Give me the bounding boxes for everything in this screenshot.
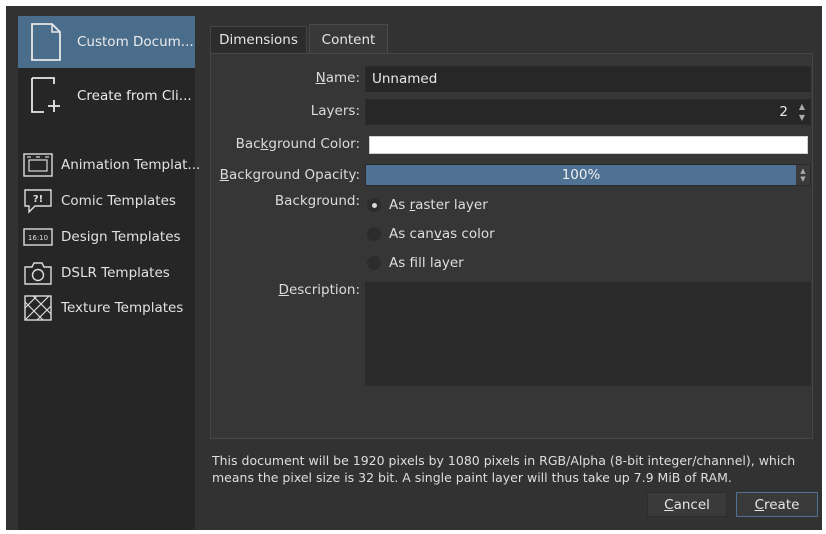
document-icon (31, 23, 61, 61)
name-input[interactable] (365, 66, 811, 92)
sidebar-item-custom-document[interactable]: Custom Docum... (18, 16, 195, 68)
radio-canvas-color[interactable]: As canvas color (367, 223, 495, 245)
sidebar-item-texture-templates[interactable]: Texture Templates (18, 293, 195, 323)
content-panel: Name: Layers: 2 ▲ ▼ Background Color: Ba… (210, 53, 813, 439)
description-label: Description: (278, 282, 360, 298)
sidebar-item-label: Texture Templates (61, 300, 184, 316)
radio-button[interactable] (367, 198, 381, 212)
background-opacity-label: Background Opacity: (219, 167, 360, 183)
description-textarea[interactable] (365, 282, 811, 386)
template-sidebar: Custom Docum... Create from Cli... Anima… (18, 16, 200, 530)
background-opacity-slider[interactable]: 100% ▲ ▼ (365, 164, 811, 186)
new-document-dialog: Custom Docum... Create from Cli... Anima… (6, 6, 822, 530)
sidebar-item-label: Comic Templates (61, 193, 176, 209)
radio-label: As fill layer (389, 255, 464, 271)
layers-label: Layers: (310, 103, 360, 119)
radio-button[interactable] (367, 256, 381, 270)
design-template-icon: 16:10 (23, 228, 53, 246)
name-label: Name: (315, 70, 360, 86)
opacity-stepper[interactable]: ▲ ▼ (796, 165, 810, 185)
name-label-rest: ame: (325, 70, 360, 86)
animation-template-icon (23, 153, 53, 177)
layers-stepper[interactable]: ▲ ▼ (796, 102, 808, 122)
sidebar-item-label: DSLR Templates (61, 265, 170, 281)
chevron-up-icon[interactable]: ▲ (799, 102, 805, 111)
new-from-clipboard-icon (31, 77, 60, 113)
camera-icon (24, 262, 52, 285)
sidebar-item-label: Design Templates (61, 229, 181, 245)
layers-spinbox[interactable]: 2 ▲ ▼ (365, 99, 811, 125)
sidebar-item-dslr-templates[interactable]: DSLR Templates (18, 258, 195, 288)
sidebar-item-design-templates[interactable]: 16:10 Design Templates (18, 222, 195, 252)
radio-fill-layer[interactable]: As fill layer (367, 252, 464, 274)
tab-dimensions[interactable]: Dimensions (210, 26, 307, 53)
radio-raster-layer[interactable]: As raster layer (367, 194, 488, 216)
sidebar-item-label: Custom Docum... (77, 34, 194, 50)
background-color-label: Background Color: (235, 136, 360, 152)
radio-button[interactable] (367, 227, 381, 241)
tab-content[interactable]: Content (309, 24, 388, 54)
sidebar-item-comic-templates[interactable]: ?! Comic Templates (18, 186, 195, 216)
chevron-down-icon[interactable]: ▼ (799, 113, 805, 122)
design-icon-glyph: 16:10 (28, 234, 48, 242)
sidebar-item-create-from-clipboard[interactable]: Create from Cli... (18, 70, 195, 122)
chevron-down-icon[interactable]: ▼ (800, 175, 805, 183)
create-button[interactable]: Create (736, 492, 818, 517)
opacity-value: 100% (561, 167, 601, 183)
texture-template-icon (24, 295, 52, 321)
background-label: Background: (274, 193, 360, 209)
comic-icon-glyph: ?! (33, 194, 43, 205)
comic-template-icon: ?! (24, 189, 52, 214)
radio-label: As canvas color (389, 226, 495, 242)
sidebar-item-label: Create from Cli... (77, 88, 192, 104)
document-info-text: This document will be 1920 pixels by 108… (212, 453, 796, 485)
sidebar-item-animation-templates[interactable]: Animation Templat... (18, 150, 200, 180)
background-color-swatch[interactable] (369, 136, 808, 154)
chevron-up-icon[interactable]: ▲ (800, 167, 805, 175)
radio-label: As raster layer (389, 197, 488, 213)
layers-value: 2 (779, 104, 788, 120)
sidebar-item-label: Animation Templat... (61, 157, 201, 173)
cancel-button[interactable]: Cancel (647, 492, 727, 517)
